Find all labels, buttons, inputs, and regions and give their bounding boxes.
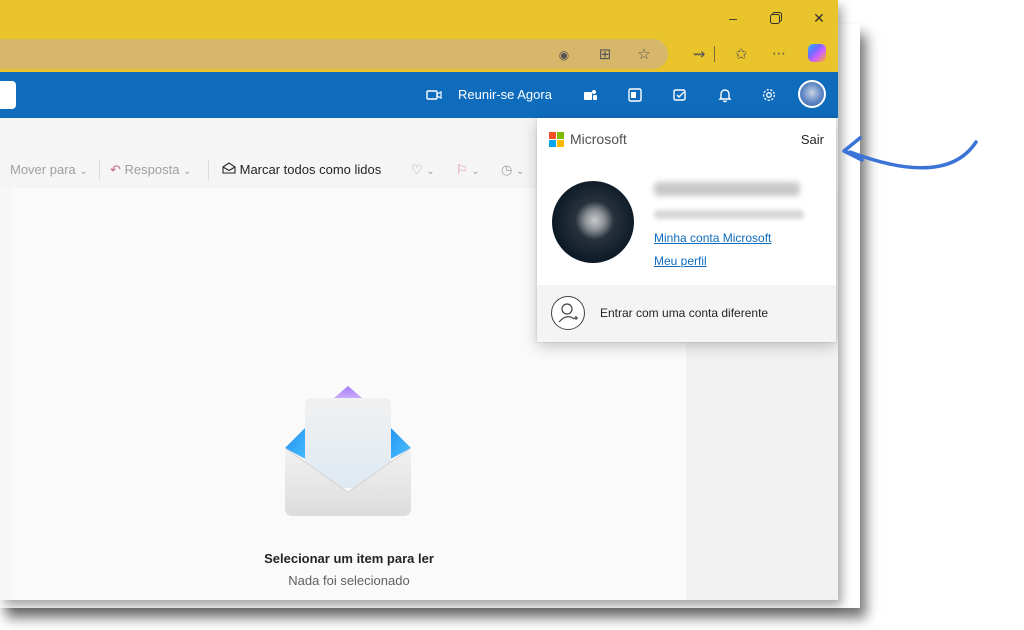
reading-view-icon[interactable]: ◉ xyxy=(553,44,575,66)
title-bar: – ✕ xyxy=(0,0,838,36)
ribbon-divider xyxy=(208,160,209,180)
envelope-illustration xyxy=(284,386,412,516)
tag-icon[interactable]: ♡ ⌄ xyxy=(411,162,435,178)
person-add-icon xyxy=(551,296,585,330)
ribbon-divider xyxy=(99,160,100,180)
favorites-icon[interactable]: ✩ xyxy=(730,44,752,66)
empty-state-title: Selecionar um item para ler xyxy=(264,551,434,566)
outlook-header: Reunir-se Agora xyxy=(0,72,838,118)
favorite-star-icon[interactable]: ☆ xyxy=(633,44,655,66)
reply-label: Resposta xyxy=(124,162,180,177)
reply-button[interactable]: ↶ Resposta ⌄ xyxy=(110,162,191,178)
browser-toolbar xyxy=(0,36,838,72)
browser-window: – ✕ ◉ ⊞ ☆ ⇝ ✩ ⋯ Reunir-se Agora Mover pa… xyxy=(0,0,838,600)
split-screen-icon[interactable]: ⊞ xyxy=(594,44,616,66)
account-avatar-button[interactable] xyxy=(798,80,826,108)
bell-icon[interactable] xyxy=(713,83,737,107)
restore-icon[interactable] xyxy=(762,6,790,30)
account-name-redacted xyxy=(654,182,800,196)
annotation-arrow-icon xyxy=(842,136,978,170)
microsoft-brand-label: Microsoft xyxy=(570,131,627,147)
account-avatar xyxy=(552,181,634,263)
clock-icon[interactable]: ◷ ⌄ xyxy=(501,162,524,178)
chevron-down-icon: ⌄ xyxy=(183,166,192,177)
move-to-label: Mover para xyxy=(10,162,76,177)
mark-all-read-label: Marcar todos como lidos xyxy=(239,162,382,177)
more-icon[interactable]: ⋯ xyxy=(768,42,790,64)
copilot-icon[interactable] xyxy=(808,44,826,62)
video-camera-icon[interactable] xyxy=(422,83,446,107)
empty-state-subtitle: Nada foi selecionado xyxy=(288,573,410,588)
flag-icon[interactable]: ⚐ ⌄ xyxy=(456,162,480,178)
toolbar-divider xyxy=(714,46,715,62)
chevron-down-icon: ⌄ xyxy=(79,166,88,177)
sign-out-button[interactable]: Sair xyxy=(801,132,824,147)
onenote-icon[interactable] xyxy=(623,83,647,107)
account-manager-popup: Microsoft Sair Minha conta Microsoft Meu… xyxy=(537,118,836,342)
mark-all-read-button[interactable]: Marcar todos como lidos xyxy=(222,162,381,177)
switch-account-row[interactable]: Entrar com uma conta diferente xyxy=(537,285,836,342)
move-to-button[interactable]: Mover para ⌄ xyxy=(10,162,88,177)
reply-arrow-icon: ↶ xyxy=(110,162,121,177)
teams-icon[interactable] xyxy=(578,83,602,107)
switch-account-label: Entrar com uma conta diferente xyxy=(600,306,769,320)
close-icon[interactable]: ✕ xyxy=(805,6,833,30)
minimize-icon[interactable]: – xyxy=(719,6,747,30)
my-profile-link[interactable]: Meu perfil xyxy=(654,254,707,268)
microsoft-logo-icon xyxy=(549,132,565,148)
todo-icon[interactable] xyxy=(668,83,692,107)
envelope-open-icon xyxy=(222,162,240,177)
search-input[interactable] xyxy=(0,81,16,109)
meet-now-button[interactable]: Reunir-se Agora xyxy=(458,83,552,107)
extensions-icon[interactable]: ⇝ xyxy=(688,44,710,66)
account-email-redacted xyxy=(654,210,804,219)
my-microsoft-account-link[interactable]: Minha conta Microsoft xyxy=(654,231,771,245)
settings-gear-icon[interactable] xyxy=(757,83,781,107)
